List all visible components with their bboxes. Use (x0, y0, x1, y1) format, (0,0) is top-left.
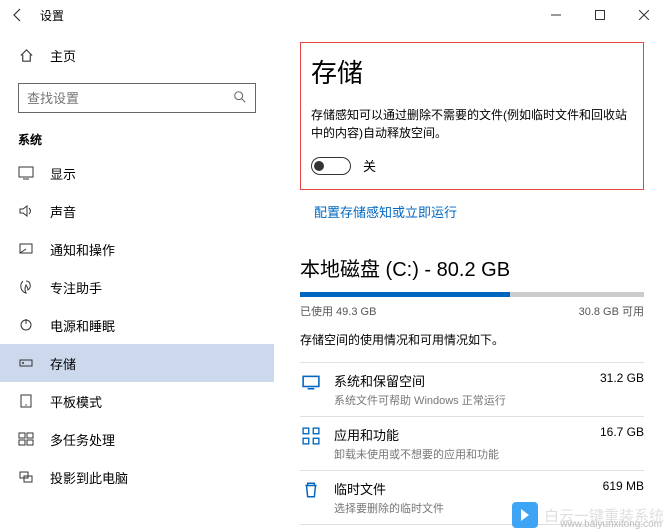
multitask-icon (18, 431, 34, 447)
sidebar-item-label: 投影到此电脑 (50, 468, 128, 487)
sidebar-item-display[interactable]: 显示 (0, 154, 274, 192)
home-label: 主页 (50, 46, 76, 65)
category-size: 16.7 GB (600, 425, 644, 439)
sidebar-item-focus[interactable]: 专注助手 (0, 268, 274, 306)
disk-usage-labels: 已使用 49.3 GB 30.8 GB 可用 (300, 303, 644, 319)
trash-icon (300, 481, 322, 499)
sidebar-item-sound[interactable]: 声音 (0, 192, 274, 230)
notification-icon (18, 241, 34, 257)
category-name: 临时文件 (334, 479, 603, 498)
category-text: 系统和保留空间 系统文件可帮助 Windows 正常运行 (334, 371, 600, 408)
maximize-button[interactable] (578, 1, 622, 29)
category-size: 31.2 GB (600, 371, 644, 385)
storage-icon (18, 355, 34, 371)
storage-sense-toggle-row: 关 (311, 156, 633, 175)
back-button[interactable] (4, 1, 32, 29)
disk-heading: 本地磁盘 (C:) - 80.2 GB (300, 253, 644, 282)
power-icon (18, 317, 34, 333)
apps-icon (300, 427, 322, 445)
sidebar-item-label: 专注助手 (50, 278, 102, 297)
home-link[interactable]: 主页 (0, 38, 274, 73)
close-button[interactable] (622, 1, 666, 29)
home-icon (18, 48, 34, 63)
sidebar: 主页 系统 显示 声音 通知和操作 专注助手 电源和睡眠 存储 (0, 30, 274, 532)
sidebar-item-multitask[interactable]: 多任务处理 (0, 420, 274, 458)
disk-usage-bar (300, 292, 644, 297)
category-apps[interactable]: 应用和功能 卸载未使用或不想要的应用和功能 16.7 GB (300, 416, 644, 470)
sidebar-item-label: 显示 (50, 164, 76, 183)
category-sub: 系统文件可帮助 Windows 正常运行 (334, 392, 600, 408)
sidebar-item-label: 平板模式 (50, 392, 102, 411)
toggle-knob (314, 161, 324, 171)
project-icon (18, 469, 34, 485)
toggle-state-label: 关 (363, 156, 376, 175)
disk-usage-fill (300, 292, 510, 297)
storage-sense-description: 存储感知可以通过删除不需要的文件(例如临时文件和回收站中的内容)自动释放空间。 (311, 106, 633, 142)
search-input[interactable] (27, 91, 233, 106)
category-text: 应用和功能 卸载未使用或不想要的应用和功能 (334, 425, 600, 462)
usage-note: 存储空间的使用情况和可用情况如下。 (300, 331, 644, 348)
sidebar-item-label: 通知和操作 (50, 240, 115, 259)
sound-icon (18, 203, 34, 219)
content: 存储 存储感知可以通过删除不需要的文件(例如临时文件和回收站中的内容)自动释放空… (274, 30, 670, 532)
tablet-icon (18, 393, 34, 409)
sidebar-item-storage[interactable]: 存储 (0, 344, 274, 382)
storage-sense-toggle[interactable] (311, 157, 351, 175)
category-sub: 卸载未使用或不想要的应用和功能 (334, 446, 600, 462)
arrow-left-icon (10, 7, 26, 23)
display-icon (18, 165, 34, 181)
sidebar-item-label: 存储 (50, 354, 76, 373)
used-label: 已使用 49.3 GB (300, 303, 376, 319)
sidebar-item-label: 多任务处理 (50, 430, 115, 449)
watermark-logo (512, 502, 538, 528)
highlight-box: 存储 存储感知可以通过删除不需要的文件(例如临时文件和回收站中的内容)自动释放空… (300, 42, 644, 190)
search-box[interactable] (18, 83, 256, 113)
watermark-url: www.baiyunxitong.com (560, 519, 662, 530)
sidebar-item-notifications[interactable]: 通知和操作 (0, 230, 274, 268)
sidebar-item-project[interactable]: 投影到此电脑 (0, 458, 274, 496)
window-title: 设置 (40, 7, 64, 24)
window-controls (534, 1, 666, 29)
sidebar-item-label: 电源和睡眠 (50, 316, 115, 335)
configure-link[interactable]: 配置存储感知或立即运行 (300, 196, 471, 227)
category-name: 系统和保留空间 (334, 371, 600, 390)
group-title: 系统 (0, 127, 274, 154)
page-title: 存储 (311, 53, 633, 90)
focus-icon (18, 279, 34, 295)
sidebar-item-label: 声音 (50, 202, 76, 221)
category-size: 619 MB (603, 479, 644, 493)
category-system[interactable]: 系统和保留空间 系统文件可帮助 Windows 正常运行 31.2 GB (300, 362, 644, 416)
titlebar: 设置 (0, 0, 670, 30)
free-label: 30.8 GB 可用 (579, 303, 644, 319)
system-icon (300, 373, 322, 391)
minimize-button[interactable] (534, 1, 578, 29)
category-name: 应用和功能 (334, 425, 600, 444)
search-icon (233, 90, 247, 107)
sidebar-item-tablet[interactable]: 平板模式 (0, 382, 274, 420)
sidebar-item-power[interactable]: 电源和睡眠 (0, 306, 274, 344)
